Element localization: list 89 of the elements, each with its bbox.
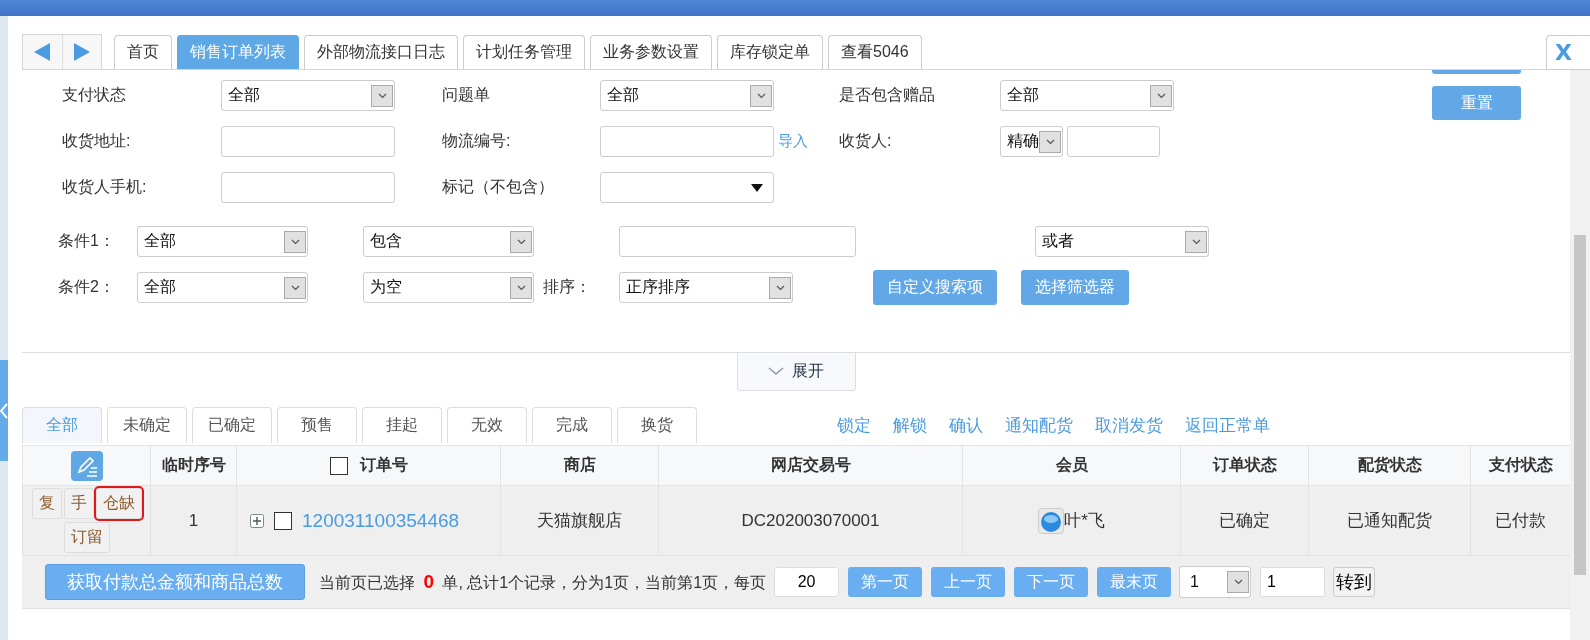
keyword-field[interactable] — [619, 226, 856, 257]
caret-icon — [1233, 579, 1243, 585]
status-tab[interactable]: 完成 — [532, 407, 612, 443]
field-label: 收货人: — [839, 131, 893, 151]
text-field[interactable] — [600, 126, 774, 157]
table-cell: 1 — [150, 485, 237, 556]
tab[interactable]: 查看5046 — [828, 35, 922, 69]
field-label: 标记（不包含） — [442, 177, 555, 197]
go-button[interactable]: 转到 — [1333, 567, 1376, 597]
page-number-field[interactable]: 1 — [1260, 567, 1326, 597]
sort-select[interactable]: 正序排序 — [619, 272, 793, 303]
operator-select[interactable]: 为空 — [363, 272, 534, 303]
text-field[interactable] — [1067, 126, 1160, 157]
page-size-field[interactable]: 20 — [774, 567, 840, 597]
expand-button[interactable]: 展开 — [736, 353, 856, 391]
row-action-button[interactable]: 订留 — [63, 522, 110, 553]
avatar-icon — [1038, 507, 1065, 534]
arrow-left-icon — [34, 43, 51, 61]
caret-icon — [377, 92, 387, 99]
sort-label: 排序： — [543, 277, 592, 297]
tab[interactable]: 外部物流接口日志 — [304, 35, 458, 69]
status-tab[interactable]: 预售 — [277, 407, 357, 443]
arrow-right-icon — [73, 43, 90, 61]
column-header: 网店交易号 — [658, 445, 963, 486]
field-label: 是否包含赠品 — [839, 85, 936, 105]
row-action-button[interactable]: 复 — [31, 488, 62, 519]
tab[interactable]: 首页 — [114, 35, 172, 69]
status-tab[interactable]: 无效 — [447, 407, 527, 443]
scrollbar[interactable] — [1570, 70, 1590, 640]
field-label: 收货人手机: — [62, 177, 148, 197]
caret-icon — [1191, 238, 1201, 245]
tab[interactable]: 计划任务管理 — [463, 35, 585, 69]
condition-label: 条件1： — [58, 231, 116, 251]
logic-select[interactable]: 或者 — [1035, 226, 1209, 257]
edit-icon[interactable] — [70, 450, 103, 481]
column-header: 会员 — [962, 445, 1181, 486]
status-tab[interactable]: 挂起 — [362, 407, 442, 443]
operator-select[interactable]: 包含 — [363, 226, 534, 257]
column-header: 订单状态 — [1180, 445, 1309, 486]
text-field[interactable] — [221, 126, 395, 157]
page-select[interactable]: 1 — [1179, 566, 1252, 598]
column-header: 配货状态 — [1308, 445, 1471, 486]
condition-label: 条件2： — [58, 277, 116, 297]
dropdown-field[interactable] — [600, 172, 774, 203]
button-edge[interactable] — [1432, 70, 1521, 74]
caret-icon — [1045, 138, 1055, 145]
status-tab[interactable]: 已确定 — [192, 407, 272, 443]
expand-icon[interactable] — [250, 513, 264, 528]
column-header: 商店 — [500, 445, 659, 486]
select-field[interactable]: 全部 — [221, 80, 395, 111]
chevron-down-icon — [768, 367, 784, 376]
row-action-button[interactable]: 手 — [63, 488, 94, 519]
select-all-checkbox[interactable] — [329, 456, 348, 475]
status-tab[interactable]: 换货 — [617, 407, 697, 443]
table-cell: 已付款 — [1470, 485, 1571, 556]
select-field[interactable]: 全部 — [1000, 80, 1174, 111]
caret-icon — [756, 92, 766, 99]
select-field[interactable]: 全部 — [600, 80, 774, 111]
member-name: 叶*飞 — [1064, 510, 1105, 532]
caret-icon — [290, 238, 300, 245]
caret-icon — [290, 284, 300, 291]
match-select[interactable]: 精确 — [1000, 126, 1063, 157]
table-cell: 已通知配货 — [1308, 485, 1471, 556]
caret-icon — [1156, 92, 1166, 99]
scrollbar-thumb[interactable] — [1574, 235, 1586, 575]
field-select[interactable]: 全部 — [137, 226, 308, 257]
field-label: 支付状态 — [62, 85, 127, 105]
table-cell: 天猫旗舰店 — [500, 485, 659, 556]
tab[interactable]: 业务参数设置 — [590, 35, 712, 69]
field-label: 收货地址: — [62, 131, 132, 151]
field-label: 问题单 — [442, 85, 491, 105]
column-header: 订单号 — [359, 455, 408, 475]
status-tab[interactable]: 未确定 — [107, 407, 187, 443]
caret-icon — [775, 284, 785, 291]
summary-text: 当前页已选择 0 单, 总计1个记录，分为1页，当前第1页，每页 — [319, 570, 767, 594]
dropdown-arrow-icon — [751, 183, 763, 192]
row-checkbox[interactable] — [274, 511, 292, 530]
field-select[interactable]: 全部 — [137, 272, 308, 303]
column-header: 支付状态 — [1470, 445, 1571, 486]
table-cell: 已确定 — [1180, 485, 1309, 556]
caret-icon — [516, 238, 526, 245]
caret-icon — [516, 284, 526, 291]
tab[interactable]: 库存锁定单 — [717, 35, 823, 69]
text-field[interactable] — [221, 172, 395, 203]
collapse-tab[interactable] — [0, 360, 8, 461]
table-cell: DC202003070001 — [658, 485, 963, 556]
row-action-button[interactable]: 仓缺 — [95, 488, 142, 519]
column-header: 临时序号 — [150, 445, 237, 486]
field-label: 物流编号: — [442, 131, 512, 151]
